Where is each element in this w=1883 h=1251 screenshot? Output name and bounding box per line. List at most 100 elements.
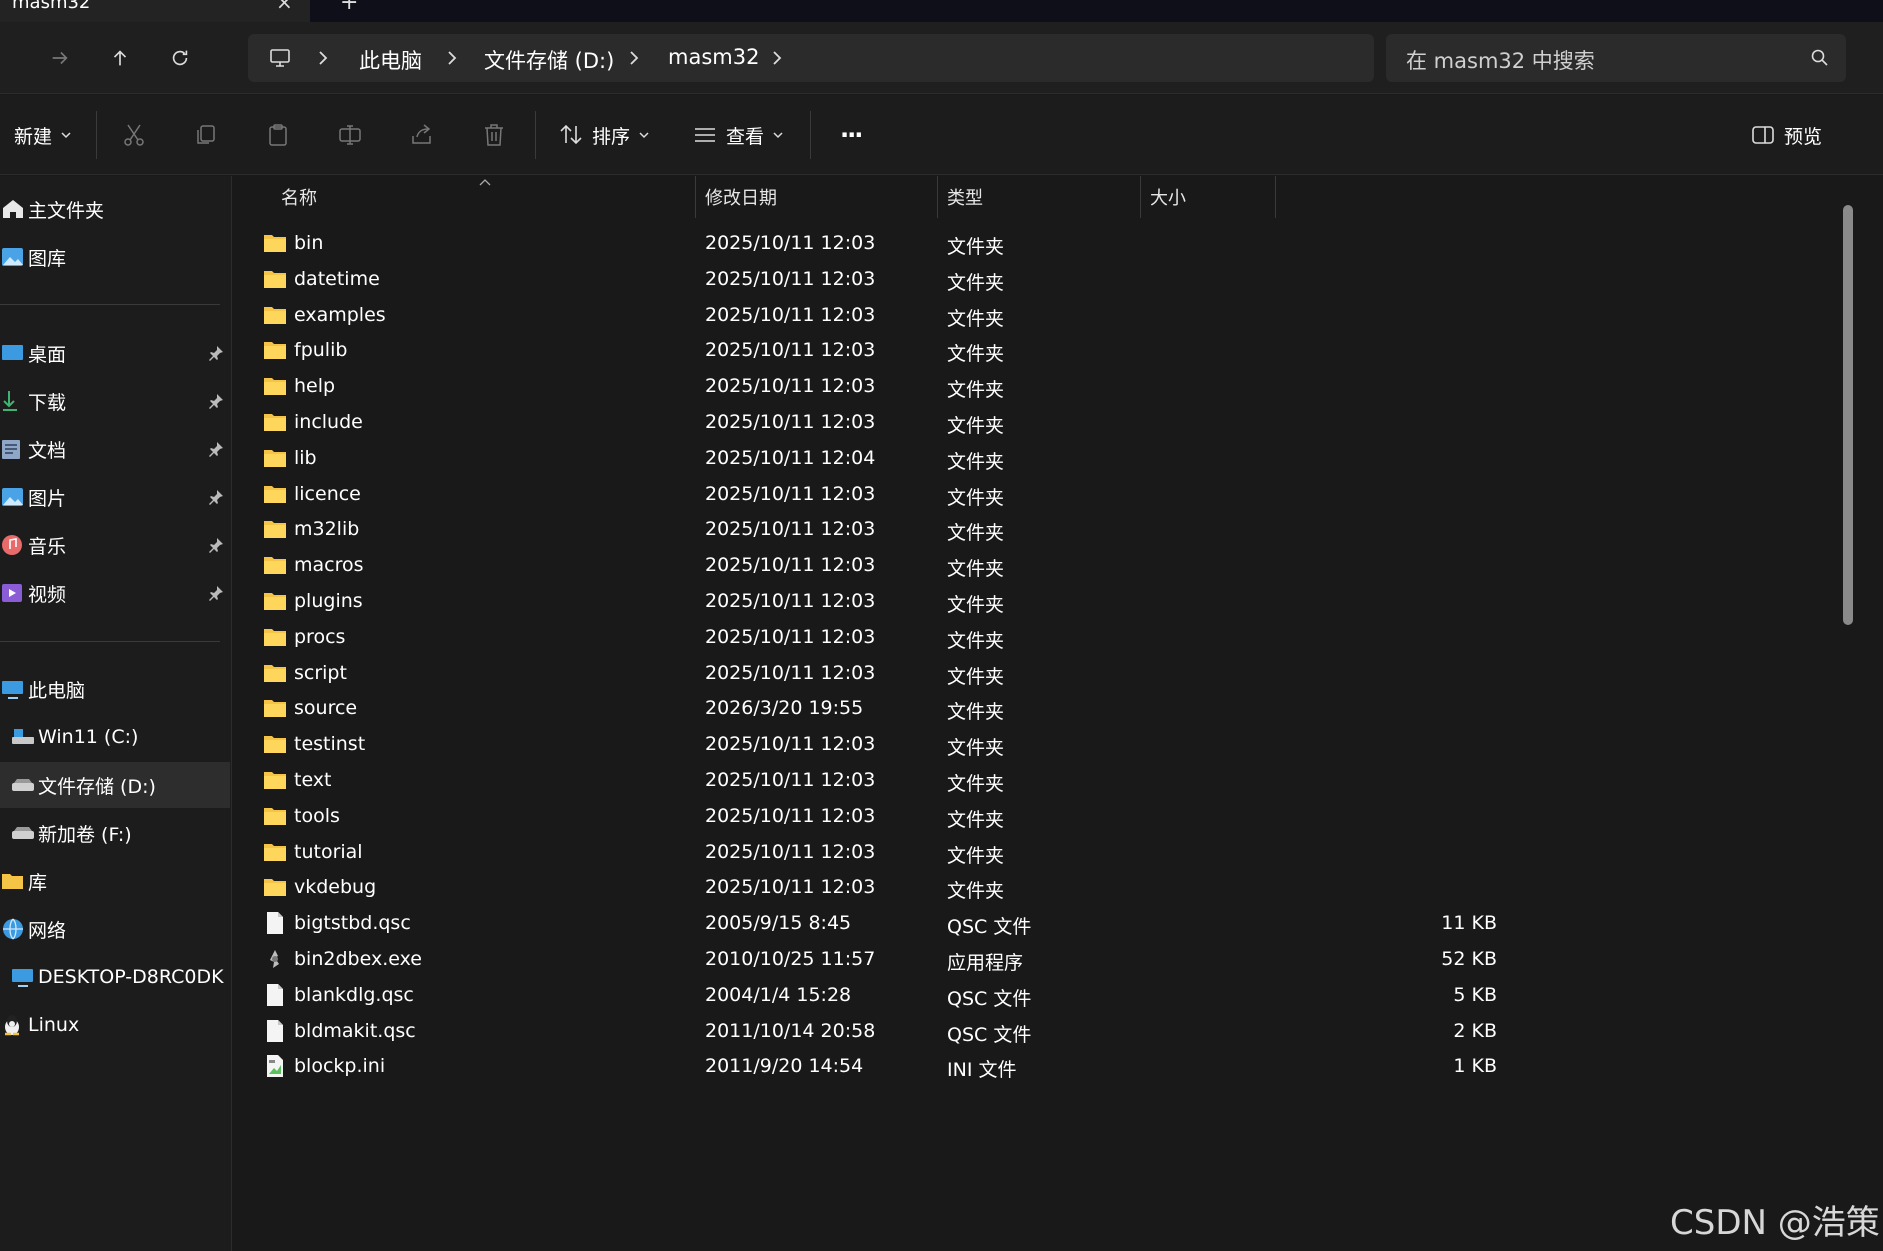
search-icon[interactable] [1810,48,1830,68]
share-button[interactable] [409,115,435,155]
sidebar-item-drive-f[interactable]: 新加卷 (F:) [0,810,230,856]
sidebar-item-desktop-host[interactable]: DESKTOP-D8RC0DK [0,954,230,1000]
refresh-icon [172,50,188,66]
copy-button[interactable] [193,115,219,155]
folder-icon [263,553,287,577]
arrow-right-icon [52,51,68,65]
pin-icon[interactable] [207,488,225,506]
chevron-right-icon[interactable] [313,44,333,72]
preview-button[interactable]: 预览 [1750,115,1822,155]
sidebar-item-this-pc[interactable]: 此电脑 [0,666,230,712]
new-button[interactable]: 新建 [6,115,72,155]
sidebar-item-videos[interactable]: 视频 [0,570,230,616]
sidebar-item-drive-d[interactable]: 文件存储 (D:) [0,762,230,808]
forward-button[interactable] [40,40,80,76]
sidebar-item-drive-c[interactable]: Win11 (C:) [0,714,230,760]
column-header-name[interactable]: 名称 [272,176,692,218]
folder-icon [263,732,287,756]
breadcrumb-masm32[interactable]: masm32 [668,45,759,69]
more-options-button[interactable]: ··· [832,115,863,155]
file-name: script [294,661,347,684]
file-size: 5 KB [1453,983,1497,1006]
chevron-right-icon[interactable] [624,44,644,72]
share-icon [412,124,431,144]
new-label: 新建 [14,125,53,148]
file-name: tutorial [294,840,363,863]
sort-label: 排序 [592,125,631,148]
drive-icon [10,772,36,798]
vertical-scrollbar[interactable] [1843,205,1853,625]
address-bar[interactable]: 此电脑 文件存储 (D:) masm32 [248,34,1374,82]
file-type: 文件夹 [947,522,1005,545]
delete-button[interactable] [481,115,507,155]
view-label: 查看 [726,125,765,148]
file-type: 文件夹 [947,629,1005,652]
breadcrumb-this-pc[interactable]: 此电脑 [359,45,422,75]
sidebar-item-music[interactable]: 音乐 [0,522,230,568]
sort-button[interactable]: 排序 [558,115,650,155]
folder-icon [263,661,287,685]
file-date: 2025/10/11 12:03 [705,411,876,433]
more-icon: ··· [840,121,863,149]
file-type: QSC 文件 [947,987,1032,1010]
sidebar-item-home[interactable]: 主文件夹 [0,186,230,232]
file-row[interactable]: blockp.ini 2011/9/20 14:54 INI 文件 1 KB [233,1045,1833,1088]
computer-icon [0,676,26,702]
rename-button[interactable] [337,115,363,155]
sidebar-item-label: 新加卷 (F:) [38,823,132,846]
paste-button[interactable] [265,115,291,155]
sidebar-item-gallery[interactable]: 图库 [0,234,230,280]
file-type: QSC 文件 [947,916,1032,939]
file-date: 2025/10/11 12:03 [705,876,876,899]
sidebar-divider [0,304,220,305]
file-name: bldmakit.qsc [294,1019,416,1042]
file-type: 应用程序 [947,952,1024,974]
view-button[interactable]: 查看 [692,115,784,155]
video-icon [0,580,26,606]
pin-icon[interactable] [207,392,225,410]
search-box[interactable]: 在 masm32 中搜索 [1386,34,1846,82]
ini-icon [263,1054,287,1078]
column-header: 名称 修改日期 类型 大小 [233,176,1883,218]
column-header-size[interactable]: 大小 [1141,176,1271,218]
search-input[interactable]: 在 masm32 中搜索 [1406,45,1595,75]
new-tab-button[interactable]: + [340,0,358,15]
chevron-right-icon[interactable] [767,44,787,72]
download-icon [0,388,26,414]
file-date: 2010/10/25 11:57 [705,948,876,970]
pin-icon[interactable] [207,584,225,602]
sidebar-item-label: Linux [28,1014,80,1036]
trash-icon [485,124,503,146]
refresh-button[interactable] [160,40,200,76]
sidebar-item-desktop[interactable]: 桌面 [0,330,230,376]
up-button[interactable] [100,40,140,76]
home-icon [0,196,26,222]
tab-close-button[interactable]: × [276,0,293,14]
sidebar-item-label: 桌面 [28,343,67,366]
file-name: examples [294,303,386,326]
sidebar-item-label: 主文件夹 [28,199,105,222]
sidebar-item-downloads[interactable]: 下载 [0,378,230,424]
breadcrumb-drive-d[interactable]: 文件存储 (D:) [484,45,614,75]
folder-icon [263,589,287,613]
sidebar-item-network[interactable]: 网络 [0,906,230,952]
file-date: 2025/10/11 12:03 [705,769,876,791]
file-name: macros [294,554,364,577]
column-header-date[interactable]: 修改日期 [696,176,936,218]
column-resize-handle[interactable] [1275,176,1276,218]
column-header-type[interactable]: 类型 [938,176,1138,218]
chevron-right-icon[interactable] [442,44,462,72]
sidebar-item-documents[interactable]: 文档 [0,426,230,472]
sidebar-item-pictures[interactable]: 图片 [0,474,230,520]
tab-masm32[interactable]: masm32 × [0,0,310,22]
pin-icon[interactable] [207,344,225,362]
pin-icon[interactable] [207,440,225,458]
file-date: 2025/10/11 12:03 [705,232,876,254]
sidebar-item-libraries[interactable]: 库 [0,858,230,904]
cut-button[interactable] [121,115,147,155]
pin-icon[interactable] [207,536,225,554]
sidebar-item-linux[interactable]: Linux [0,1002,230,1048]
file-type: 文件夹 [947,236,1005,258]
file-type: 文件夹 [947,558,1005,581]
folder-icon [263,267,287,291]
